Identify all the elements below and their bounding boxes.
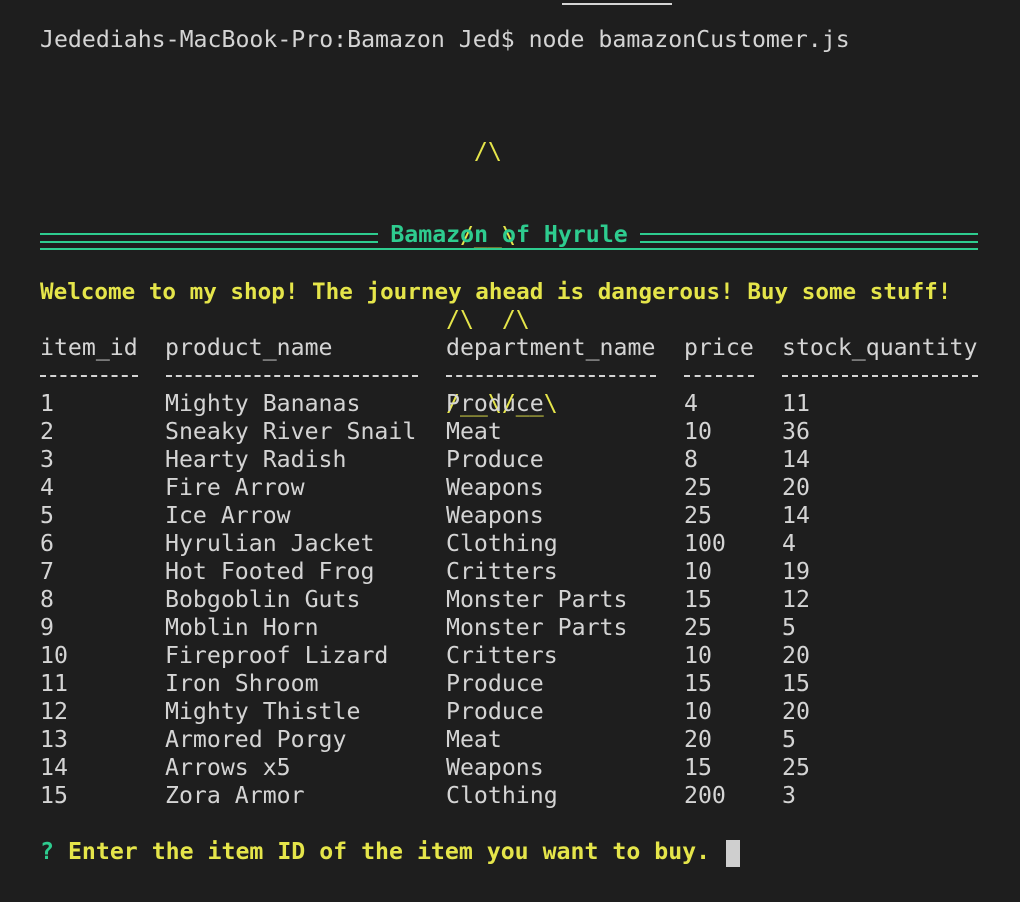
cell-department-name: Produce <box>446 670 544 697</box>
cell-product-name: Mighty Thistle <box>165 698 361 725</box>
cell-item-id: 5 <box>40 502 54 529</box>
header-underline <box>782 375 978 377</box>
cell-product-name: Arrows x5 <box>165 754 291 781</box>
cell-stock-quantity: 20 <box>782 642 810 669</box>
cell-department-name: Clothing <box>446 782 558 809</box>
prompt-message: Enter the item ID of the item you want t… <box>67 838 711 865</box>
cell-product-name: Hearty Radish <box>165 446 347 473</box>
active-tab-indicator <box>562 3 672 5</box>
header-underline <box>166 375 418 377</box>
cell-stock-quantity: 5 <box>782 726 796 753</box>
cell-item-id: 8 <box>40 586 54 613</box>
header-underline <box>684 375 754 377</box>
cell-price: 10 <box>684 642 712 669</box>
cell-price: 25 <box>684 502 712 529</box>
cell-stock-quantity: 20 <box>782 474 810 501</box>
cell-department-name: Weapons <box>446 754 544 781</box>
header-underline <box>446 375 656 377</box>
terminal-window[interactable]: Jedediahs-MacBook-Pro:Bamazon Jed$ node … <box>0 0 1020 902</box>
cell-price: 20 <box>684 726 712 753</box>
cell-department-name: Clothing <box>446 530 558 557</box>
cell-item-id: 4 <box>40 474 54 501</box>
input-prompt: ? Enter the item ID of the item you want… <box>40 838 710 866</box>
cell-item-id: 15 <box>40 782 68 809</box>
cell-price: 25 <box>684 474 712 501</box>
logo-line: /\ /\ <box>446 306 530 333</box>
cell-item-id: 6 <box>40 530 54 557</box>
cell-department-name: Produce <box>446 698 544 725</box>
cell-stock-quantity: 14 <box>782 446 810 473</box>
cell-item-id: 2 <box>40 418 54 445</box>
cell-stock-quantity: 11 <box>782 390 810 417</box>
cell-stock-quantity: 4 <box>782 530 796 557</box>
shop-banner: Bamazon of Hyrule <box>40 222 978 250</box>
cell-item-id: 1 <box>40 390 54 417</box>
header-item-id: item_id <box>40 334 138 361</box>
cell-price: 10 <box>684 558 712 585</box>
cell-price: 25 <box>684 614 712 641</box>
cell-stock-quantity: 36 <box>782 418 810 445</box>
cell-product-name: Fireproof Lizard <box>165 642 389 669</box>
cell-item-id: 7 <box>40 558 54 585</box>
prompt-question-icon: ? <box>40 838 54 865</box>
cell-price: 4 <box>684 390 698 417</box>
cell-price: 8 <box>684 446 698 473</box>
cell-product-name: Armored Porgy <box>165 726 347 753</box>
cell-price: 200 <box>684 782 726 809</box>
cell-item-id: 9 <box>40 614 54 641</box>
cell-price: 15 <box>684 670 712 697</box>
cell-product-name: Hyrulian Jacket <box>165 530 375 557</box>
header-underline <box>40 375 138 377</box>
cell-department-name: Critters <box>446 642 558 669</box>
banner-rule-right <box>639 233 978 243</box>
banner-rule-left <box>40 233 379 243</box>
cell-item-id: 11 <box>40 670 68 697</box>
cell-department-name: Meat <box>446 726 502 753</box>
cell-item-id: 14 <box>40 754 68 781</box>
cell-product-name: Moblin Horn <box>165 614 319 641</box>
cell-product-name: Ice Arrow <box>165 502 291 529</box>
welcome-message: Welcome to my shop! The journey ahead is… <box>40 279 952 305</box>
cell-department-name: Produce <box>446 446 544 473</box>
cell-stock-quantity: 25 <box>782 754 810 781</box>
cell-stock-quantity: 15 <box>782 670 810 697</box>
cell-product-name: Iron Shroom <box>165 670 319 697</box>
cell-item-id: 10 <box>40 642 68 669</box>
cell-product-name: Fire Arrow <box>165 474 305 501</box>
command-line: Jedediahs-MacBook-Pro:Bamazon Jed$ node … <box>40 26 850 53</box>
cell-price: 100 <box>684 530 726 557</box>
cell-product-name: Zora Armor <box>165 782 305 809</box>
cell-department-name: Monster Parts <box>446 586 628 613</box>
cell-price: 10 <box>684 418 712 445</box>
header-department-name: department_name <box>446 334 656 361</box>
banner-title: Bamazon of Hyrule <box>390 222 628 248</box>
header-stock-quantity: stock_quantity <box>782 334 978 361</box>
cell-department-name: Produce <box>446 390 544 417</box>
cell-price: 10 <box>684 698 712 725</box>
cell-item-id: 13 <box>40 726 68 753</box>
header-price: price <box>684 334 754 361</box>
cell-stock-quantity: 14 <box>782 502 810 529</box>
cell-price: 15 <box>684 754 712 781</box>
cell-product-name: Bobgoblin Guts <box>165 586 361 613</box>
cell-price: 15 <box>684 586 712 613</box>
logo-line: /\ <box>446 138 502 165</box>
cell-department-name: Critters <box>446 558 558 585</box>
cell-stock-quantity: 3 <box>782 782 796 809</box>
cell-department-name: Weapons <box>446 502 544 529</box>
cell-stock-quantity: 19 <box>782 558 810 585</box>
cell-stock-quantity: 20 <box>782 698 810 725</box>
cell-product-name: Mighty Bananas <box>165 390 361 417</box>
text-cursor[interactable] <box>726 840 740 867</box>
cell-department-name: Weapons <box>446 474 544 501</box>
cell-department-name: Meat <box>446 418 502 445</box>
cell-department-name: Monster Parts <box>446 614 628 641</box>
cell-product-name: Sneaky River Snail <box>165 418 417 445</box>
cell-stock-quantity: 5 <box>782 614 796 641</box>
cell-item-id: 3 <box>40 446 54 473</box>
header-product-name: product_name <box>165 334 333 361</box>
cell-stock-quantity: 12 <box>782 586 810 613</box>
cell-item-id: 12 <box>40 698 68 725</box>
cell-product-name: Hot Footed Frog <box>165 558 375 585</box>
